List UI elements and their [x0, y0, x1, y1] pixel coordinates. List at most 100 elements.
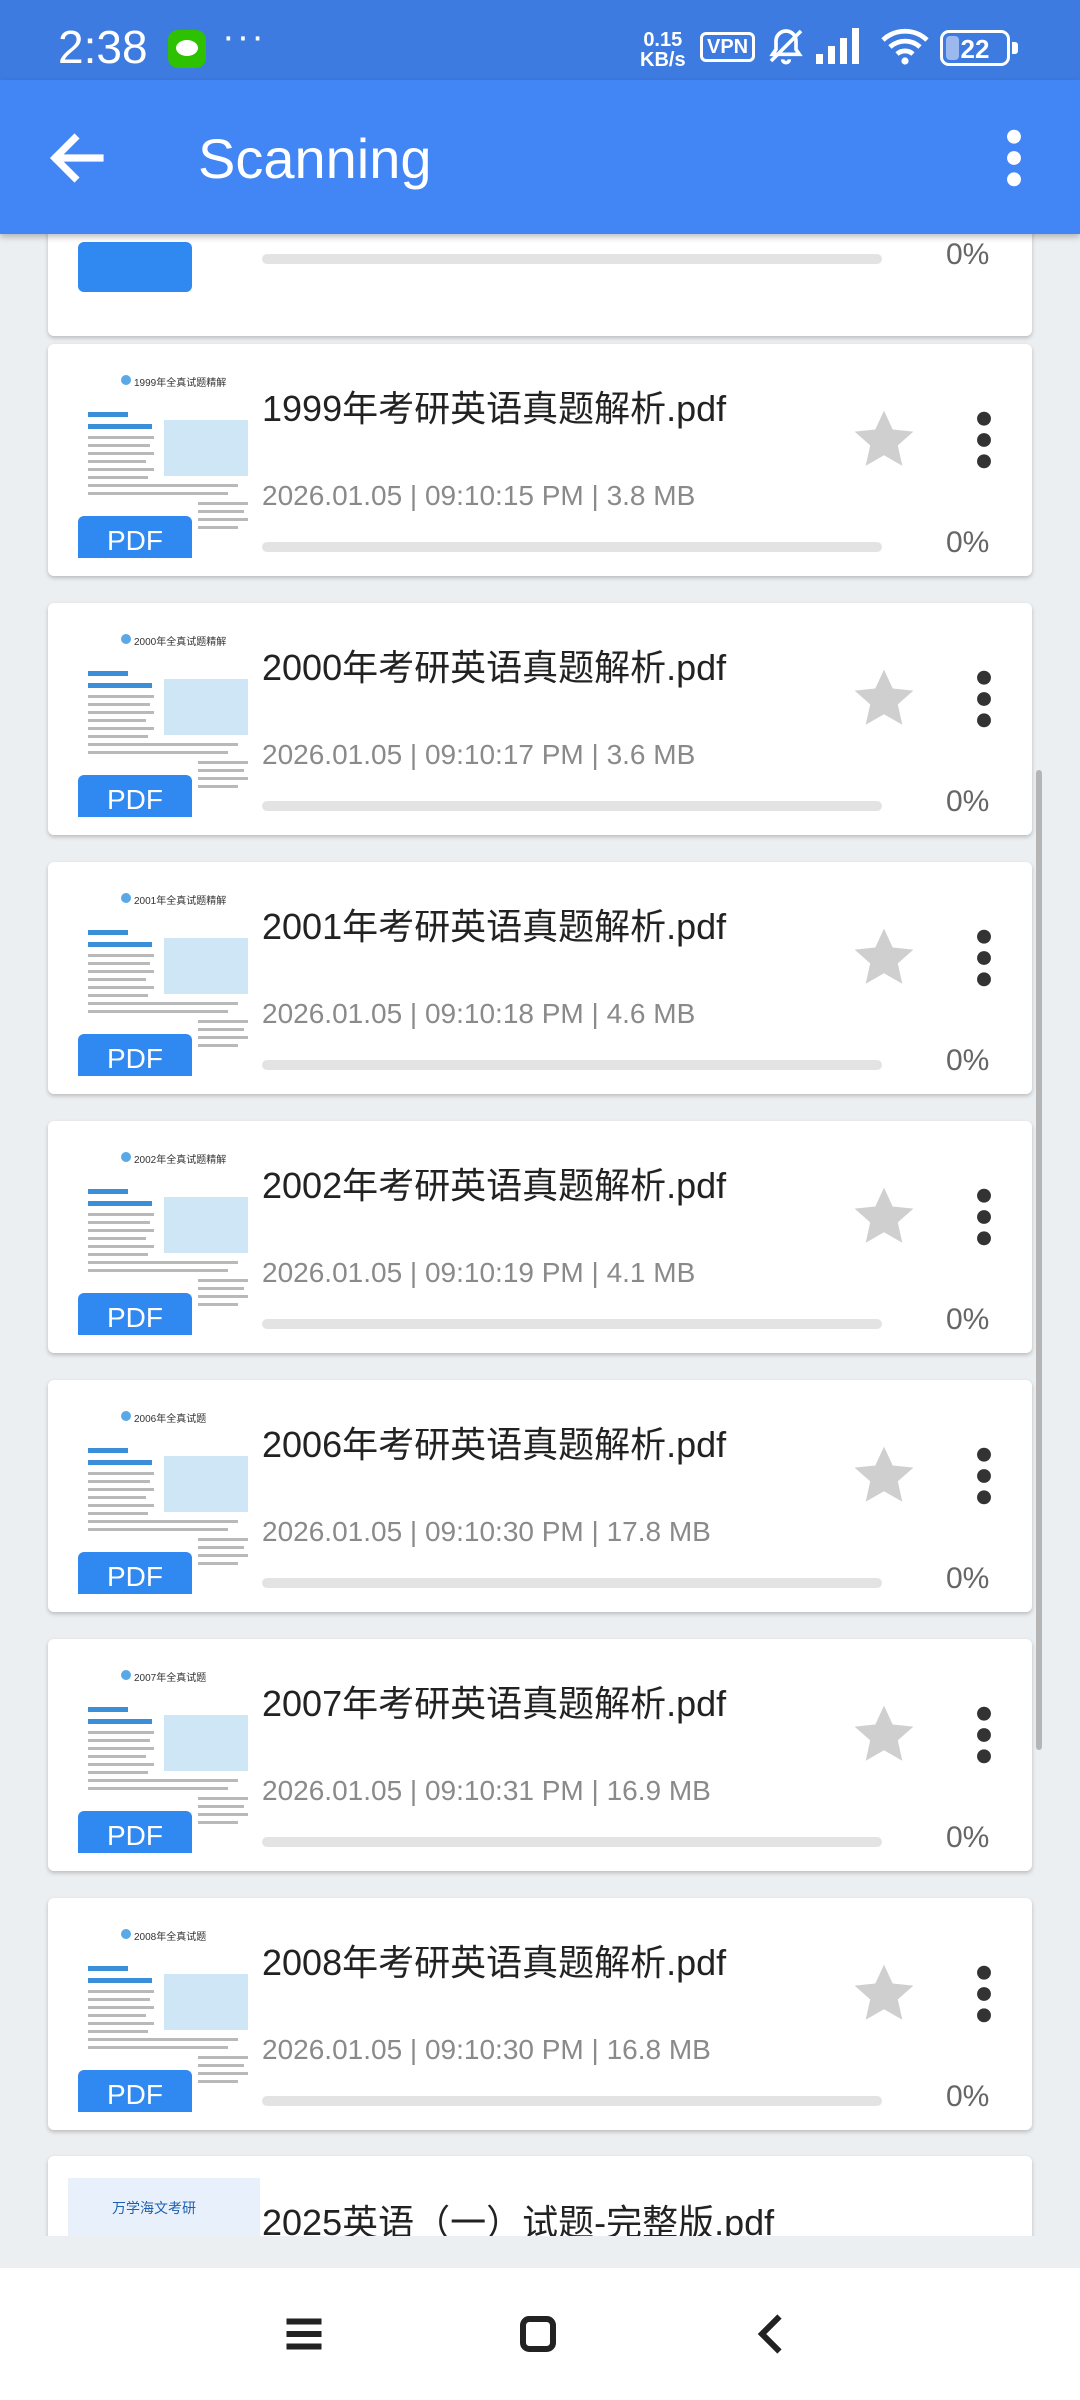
- file-card[interactable]: 2000年全真试题精解 PDF 2000年考研英语真题解析.pdf 2026.01.0…: [48, 603, 1032, 835]
- file-card[interactable]: 2006年全真试题 PDF 2006年考研英语真题解析.pdf 2026.01.05 …: [48, 1380, 1032, 1612]
- star-icon[interactable]: [848, 1440, 920, 1512]
- pdf-badge: PDF: [78, 1552, 192, 1594]
- overflow-menu-icon[interactable]: [992, 126, 1036, 190]
- star-icon[interactable]: [848, 663, 920, 735]
- mute-bell-icon: [769, 29, 803, 65]
- star-icon[interactable]: [848, 1699, 920, 1771]
- file-card[interactable]: 2008年全真试题 PDF 2008年考研英语真题解析.pdf 2026.01.05 …: [48, 1898, 1032, 2130]
- progress-percent: 0%: [946, 1562, 990, 1595]
- item-more-options-icon[interactable]: [964, 1444, 1004, 1508]
- file-thumbnail: 2000年全真试题精解 PDF: [68, 625, 260, 817]
- star-icon[interactable]: [848, 922, 920, 994]
- file-name: 2001年考研英语真题解析.pdf: [262, 906, 727, 947]
- item-more-options-icon[interactable]: [964, 1703, 1004, 1767]
- status-time: 2:38: [58, 21, 148, 73]
- thumbnail-title: 2007年全真试题: [134, 1673, 207, 1684]
- pdf-badge: PDF: [78, 2070, 192, 2112]
- thumbnail-title: 2008年全真试题: [134, 1932, 207, 1943]
- file-meta: 2026.01.05 | 09:10:15 PM | 3.8 MB: [262, 480, 696, 511]
- file-name: 2007年考研英语真题解析.pdf: [262, 1683, 727, 1724]
- file-name: 1999年考研英语真题解析.pdf: [262, 388, 727, 429]
- file-card[interactable]: 2007年全真试题 PDF 2007年考研英语真题解析.pdf 2026.01.05 …: [48, 1639, 1032, 1871]
- file-thumbnail: 2008年全真试题 PDF: [68, 1920, 260, 2112]
- thumbnail-title: 万学海文考研: [112, 2200, 196, 2216]
- file-thumbnail: 2001年全真试题精解 PDF: [68, 884, 260, 1076]
- progress-percent: 0%: [946, 1303, 990, 1336]
- network-speed-unit: KB/s: [640, 49, 686, 71]
- file-name: 2002年考研英语真题解析.pdf: [262, 1165, 727, 1206]
- pdf-badge: [78, 242, 192, 292]
- thumbnail-title: 2001年全真试题精解: [134, 896, 227, 907]
- file-card[interactable]: 1999年全真试题精解 PDF 1999年考研英语真题解析.pdf 2026.01.0…: [48, 344, 1032, 576]
- star-icon[interactable]: [848, 1181, 920, 1253]
- pdf-badge: PDF: [78, 1034, 192, 1076]
- file-name: 2008年考研英语真题解析.pdf: [262, 1942, 727, 1983]
- item-more-options-icon[interactable]: [964, 1962, 1004, 2026]
- progress-percent: 0%: [946, 526, 990, 559]
- battery-icon: 22: [940, 30, 1010, 66]
- status-bar: 2:38 ··· 0.15 KB/s VPN 22: [0, 0, 1080, 80]
- file-meta: 2026.01.05 | 09:10:30 PM | 16.8 MB: [262, 2034, 711, 2065]
- file-meta: 2026.01.05 | 09:10:18 PM | 4.6 MB: [262, 998, 696, 1029]
- item-more-options-icon[interactable]: [964, 926, 1004, 990]
- item-more-options-icon[interactable]: [964, 667, 1004, 731]
- back-icon[interactable]: [742, 2304, 802, 2364]
- app-bar: Scanning: [0, 80, 1080, 234]
- scrollbar-thumb[interactable]: [1036, 770, 1042, 1750]
- progress-bar: [262, 2096, 882, 2106]
- cellular-signal-icon: [816, 28, 859, 64]
- file-card[interactable]: 2001年全真试题精解 PDF 2001年考研英语真题解析.pdf 2026.01.0…: [48, 862, 1032, 1094]
- progress-percent: 0%: [946, 2080, 990, 2113]
- file-meta: 2026.01.05 | 09:10:19 PM | 4.1 MB: [262, 1257, 696, 1288]
- more-notifications-indicator: ···: [222, 16, 266, 58]
- progress-percent: 0%: [946, 785, 990, 818]
- file-card[interactable]: 2002年全真试题精解 PDF 2002年考研英语真题解析.pdf 2026.01.0…: [48, 1121, 1032, 1353]
- progress-percent: 0%: [946, 1821, 990, 1854]
- progress-bar: [262, 1837, 882, 1847]
- progress-bar: [262, 1060, 882, 1070]
- pdf-badge: PDF: [78, 1811, 192, 1853]
- home-icon[interactable]: [508, 2304, 568, 2364]
- file-meta: 2026.01.05 | 09:10:31 PM | 16.9 MB: [262, 1775, 711, 1806]
- file-thumbnail: 2007年全真试题 PDF: [68, 1661, 260, 1853]
- file-thumbnail: 万学海文考研: [68, 2178, 260, 2236]
- progress-bar: [262, 1319, 882, 1329]
- battery-level-text: 22: [960, 34, 990, 64]
- item-more-options-icon[interactable]: [964, 1185, 1004, 1249]
- star-icon[interactable]: [848, 1958, 920, 2030]
- progress-percent: 0%: [946, 1044, 990, 1077]
- progress-bar: [262, 1578, 882, 1588]
- file-card-partial-top[interactable]: 0%: [48, 234, 1032, 336]
- thumbnail-title: 2006年全真试题: [134, 1414, 207, 1425]
- item-more-options-icon[interactable]: [964, 408, 1004, 472]
- star-icon[interactable]: [848, 404, 920, 476]
- pdf-badge: PDF: [78, 1293, 192, 1335]
- file-thumbnail: [68, 234, 260, 318]
- file-name: 2000年考研英语真题解析.pdf: [262, 647, 727, 688]
- file-thumbnail: 2002年全真试题精解 PDF: [68, 1143, 260, 1335]
- thumbnail-title: 2002年全真试题精解: [134, 1155, 227, 1166]
- network-speed: 0.15 KB/s: [640, 30, 686, 70]
- file-meta: 2026.01.05 | 09:10:30 PM | 17.8 MB: [262, 1516, 711, 1547]
- back-arrow-icon[interactable]: [40, 122, 112, 194]
- file-name: 2025英语（一）试题-完整版.pdf: [262, 2202, 775, 2236]
- file-list[interactable]: 0% 万学海文考研 2025英语（一）试题-完整版.pdf 1999年全真试题精…: [0, 234, 1080, 2236]
- pdf-badge: PDF: [78, 775, 192, 817]
- wechat-notification-icon: [168, 30, 206, 68]
- file-thumbnail: 2006年全真试题 PDF: [68, 1402, 260, 1594]
- thumbnail-title: 1999年全真试题精解: [134, 378, 227, 389]
- file-thumbnail: 1999年全真试题精解 PDF: [68, 366, 260, 558]
- progress-bar: [262, 542, 882, 552]
- menu-icon[interactable]: [274, 2304, 334, 2364]
- system-nav-bar: [0, 2268, 1080, 2400]
- battery-tip: [1012, 42, 1018, 54]
- file-card-partial-bottom[interactable]: 万学海文考研 2025英语（一）试题-完整版.pdf: [48, 2156, 1032, 2236]
- pdf-badge: PDF: [78, 516, 192, 558]
- file-name: 2006年考研英语真题解析.pdf: [262, 1424, 727, 1465]
- page-title: Scanning: [198, 127, 432, 190]
- file-meta: 2026.01.05 | 09:10:17 PM | 3.6 MB: [262, 739, 696, 770]
- vpn-icon: VPN: [700, 32, 756, 62]
- thumbnail-title: 2000年全真试题精解: [134, 637, 227, 648]
- wifi-icon: [881, 28, 929, 65]
- network-speed-value: 0.15: [643, 29, 683, 51]
